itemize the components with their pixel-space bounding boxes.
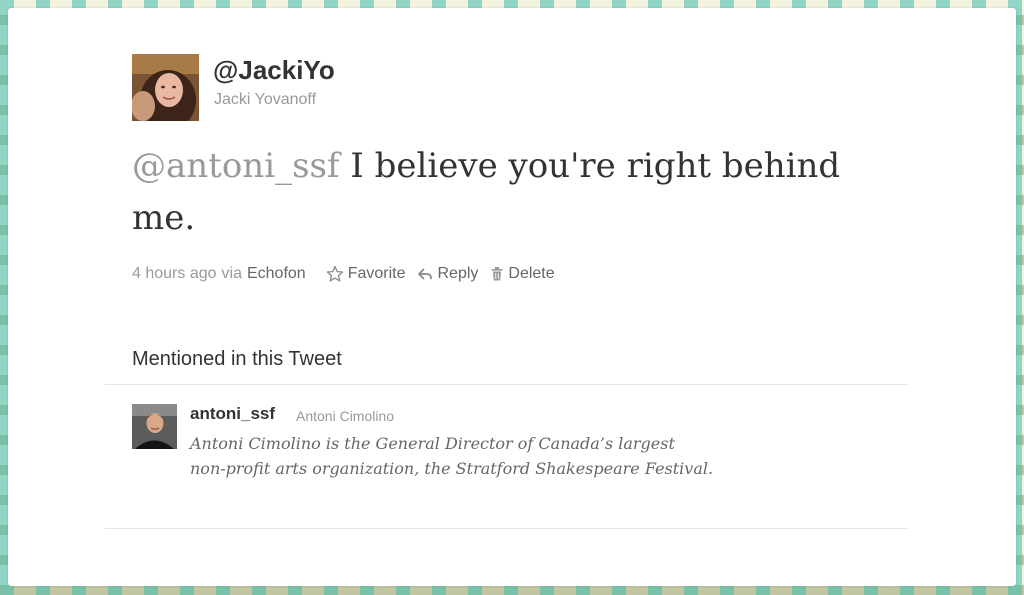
reply-arrow-icon bbox=[418, 268, 433, 280]
favorite-label: Favorite bbox=[347, 265, 406, 282]
mentioned-user-name: Antoni Cimolino bbox=[296, 408, 395, 424]
star-icon bbox=[326, 265, 343, 282]
client-link[interactable]: Echofon bbox=[247, 264, 306, 284]
mentioned-user-bio-line1: Antoni Cimolino is the General Director … bbox=[190, 434, 675, 453]
author-name[interactable]: Jacki Yovanoff bbox=[214, 90, 316, 110]
mentioned-user-avatar[interactable] bbox=[132, 404, 177, 449]
divider bbox=[105, 528, 908, 529]
delete-label: Delete bbox=[508, 265, 555, 282]
tweet-text-line2: me. bbox=[132, 198, 196, 238]
via-label: via bbox=[221, 265, 242, 282]
tweet-mention-link[interactable]: @antoni_ssf bbox=[132, 146, 340, 186]
favorite-button[interactable]: Favorite bbox=[326, 264, 406, 284]
tweet-text: @antoni_ssf I believe you're right behin… bbox=[132, 140, 892, 244]
mentioned-user-handle[interactable]: antoni_ssf bbox=[190, 403, 275, 425]
tweet-meta: 4 hours ago via Echofon Favorite Reply D… bbox=[132, 264, 555, 284]
reply-button[interactable]: Reply bbox=[417, 264, 478, 284]
author-avatar[interactable] bbox=[132, 54, 199, 121]
delete-button[interactable]: Delete bbox=[490, 264, 555, 284]
trash-icon bbox=[491, 267, 503, 281]
mentioned-user-avatar-image bbox=[132, 404, 177, 449]
author-handle[interactable]: @JackiYo bbox=[213, 54, 335, 86]
reply-label: Reply bbox=[437, 265, 479, 282]
mentioned-section-title: Mentioned in this Tweet bbox=[132, 348, 342, 370]
divider bbox=[105, 384, 908, 385]
author-avatar-image bbox=[132, 54, 199, 121]
tweet-text-line1: I believe you're right behind bbox=[350, 146, 841, 186]
tweet-timestamp[interactable]: 4 hours ago bbox=[132, 264, 217, 284]
mentioned-user-bio-line2: non-profit arts organization, the Stratf… bbox=[190, 459, 714, 478]
mentioned-user-bio: Antoni Cimolino is the General Director … bbox=[190, 431, 790, 481]
